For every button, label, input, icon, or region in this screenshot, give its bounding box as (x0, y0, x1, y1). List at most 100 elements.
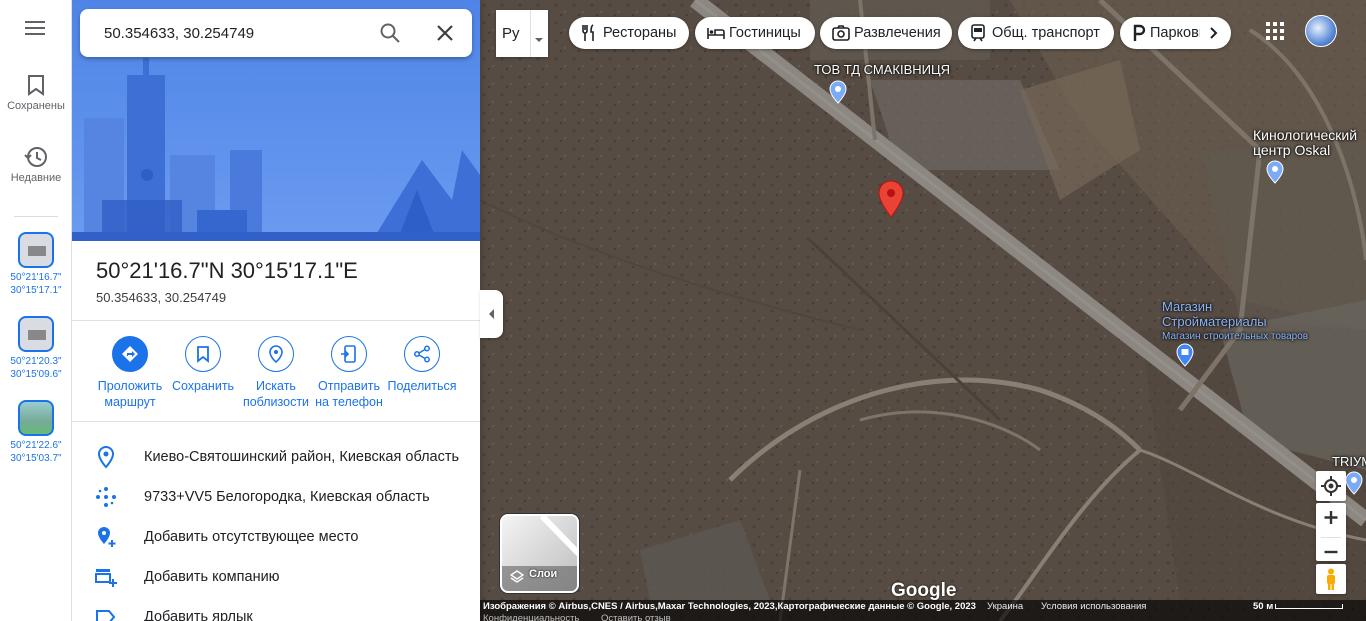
info-row-add-place[interactable]: Добавить отсутствующее место (72, 517, 480, 557)
rail-divider (14, 216, 58, 217)
my-location-button[interactable] (1316, 471, 1346, 501)
action-label: Поделиться (387, 379, 457, 393)
info-row-add-business[interactable]: Добавить компанию (72, 557, 480, 597)
info-text: Добавить отсутствующее место (144, 529, 359, 545)
imagery-attribution: Изображения © Airbus,CNES / Airbus,Maxar… (483, 601, 976, 612)
scale-label[interactable]: 50 м (1253, 601, 1273, 612)
layers-button[interactable]: Слои (500, 514, 579, 593)
chevron-down-icon (530, 10, 543, 57)
add-business-icon (95, 569, 117, 587)
recent-button[interactable]: Недавние (0, 146, 72, 184)
label-icon (96, 610, 116, 621)
restaurant-icon (582, 24, 594, 41)
action-label: поблизости (242, 395, 310, 409)
side-rail: Сохранены Недавние 50°21'16.7" 30°15'17.… (0, 0, 72, 621)
plus-code-icon (96, 487, 116, 507)
poi-label-kennel[interactable]: Кинологический (1253, 128, 1357, 143)
pegman-icon (1327, 568, 1335, 590)
saved-label: Сохранены (7, 100, 65, 112)
satellite-map[interactable]: Ру Рестораны Гостиницы Развлечения Общ. … (480, 0, 1366, 621)
search-icon[interactable] (378, 21, 402, 45)
recent-thumbnail (18, 400, 54, 436)
recent-lng: 30°15'03.7" (10, 453, 62, 464)
terms-link[interactable]: Условия использования (1041, 601, 1146, 612)
recent-place-2[interactable]: 50°21'20.3" 30°15'09.6" (6, 316, 66, 381)
collapse-panel-button[interactable] (480, 290, 503, 338)
recent-lat: 50°21'22.6" (10, 440, 62, 451)
close-icon[interactable] (433, 21, 457, 45)
info-row-add-label[interactable]: Добавить ярлык (72, 597, 480, 621)
chip-label: Парковки (1150, 25, 1200, 41)
chevron-right-icon[interactable] (1206, 25, 1222, 41)
satellite-imagery (480, 0, 1366, 621)
share-button[interactable]: Поделиться (384, 336, 460, 394)
apps-grid-icon[interactable] (1265, 21, 1285, 41)
scale-bar (1275, 604, 1343, 609)
chip-transit[interactable]: Общ. транспорт (958, 17, 1114, 49)
info-row-address[interactable]: Киево-Святошинский район, Киевская облас… (72, 437, 480, 477)
action-label: маршрут (104, 395, 156, 409)
hotel-icon (707, 28, 725, 39)
recent-thumbnail (18, 232, 54, 268)
info-text: 9733+VV5 Белогородка, Киевская область (144, 489, 430, 505)
selected-location-pin-icon[interactable] (877, 180, 905, 218)
saved-button[interactable]: Сохранены (0, 74, 72, 112)
nearby-button[interactable]: Искать поблизости (238, 336, 314, 410)
info-text: Киево-Святошинский район, Киевская облас… (144, 449, 460, 465)
poi-marker-icon[interactable] (1266, 160, 1284, 184)
directions-icon (122, 346, 138, 362)
place-panel: 50°21'16.7"N 30°15'17.1"E 50.354633, 30.… (72, 0, 480, 621)
action-label: Сохранить (171, 379, 235, 393)
poi-label-store-line3[interactable]: Магазин строительных товаров (1162, 329, 1308, 344)
street-view-pegman[interactable] (1316, 564, 1346, 594)
train-icon (971, 24, 985, 42)
poi-marker-icon[interactable] (829, 80, 847, 104)
privacy-link[interactable]: Конфиденциальность (483, 613, 579, 621)
hamburger-icon (25, 21, 45, 35)
divider (72, 320, 480, 321)
avatar[interactable] (1305, 15, 1337, 47)
shopping-bag-marker-icon[interactable] (1176, 343, 1194, 367)
chip-entertainment[interactable]: Развлечения (820, 17, 952, 49)
directions-button[interactable]: Проложить маршрут (92, 336, 168, 410)
place-title: 50°21'16.7"N 30°15'17.1"E (96, 258, 358, 283)
chip-parking[interactable]: Парковки (1120, 17, 1231, 49)
action-label: на телефон (315, 395, 383, 409)
zoom-out-icon[interactable] (1316, 538, 1346, 566)
country-link[interactable]: Украина (987, 601, 1023, 612)
poi-marker-icon[interactable] (1345, 471, 1363, 495)
poi-label-triumph[interactable]: TRIУМ (1332, 454, 1366, 469)
send-to-phone-button[interactable]: Отправить на телефон (311, 336, 387, 410)
divider (72, 421, 480, 422)
feedback-link[interactable]: Оставить отзыв (601, 613, 671, 621)
nearby-icon (269, 345, 283, 364)
recent-lng: 30°15'09.6" (10, 369, 62, 380)
location-pin-icon (97, 445, 115, 469)
parking-icon (1133, 24, 1146, 41)
chip-label: Развлечения (854, 25, 941, 41)
search-input[interactable] (104, 21, 364, 45)
language-select[interactable]: Ру (496, 10, 548, 57)
poi-label-kennel-line2[interactable]: центр Oskal (1253, 143, 1330, 158)
recent-place-3[interactable]: 50°21'22.6" 30°15'03.7" (6, 400, 66, 465)
poi-label-smakivnytsia[interactable]: ТОВ ТД СМАКІВНИЦЯ (814, 62, 950, 77)
chip-hotels[interactable]: Гостиницы (695, 17, 815, 49)
google-logo: Google (891, 580, 957, 601)
save-button[interactable]: Сохранить (165, 336, 241, 394)
menu-button[interactable] (0, 20, 72, 40)
recent-place-1[interactable]: 50°21'16.7" 30°15'17.1" (6, 232, 66, 297)
camera-icon (832, 25, 850, 41)
zoom-controls (1316, 503, 1346, 561)
action-label: Отправить (318, 379, 380, 393)
zoom-in-icon[interactable] (1316, 503, 1346, 532)
poi-label-store[interactable]: Магазин (1162, 299, 1212, 314)
search-box (80, 9, 472, 57)
attribution-bar: Изображения © Airbus,CNES / Airbus,Maxar… (480, 600, 1366, 621)
recent-thumbnail (18, 316, 54, 352)
layers-label: Слои (529, 568, 558, 580)
chip-label: Гостиницы (729, 25, 801, 41)
info-row-plus-code[interactable]: 9733+VV5 Белогородка, Киевская область (72, 477, 480, 517)
poi-label-store-line2[interactable]: Стройматериалы (1162, 314, 1267, 329)
recent-label: Недавние (10, 172, 62, 184)
chip-restaurants[interactable]: Рестораны (569, 17, 689, 49)
